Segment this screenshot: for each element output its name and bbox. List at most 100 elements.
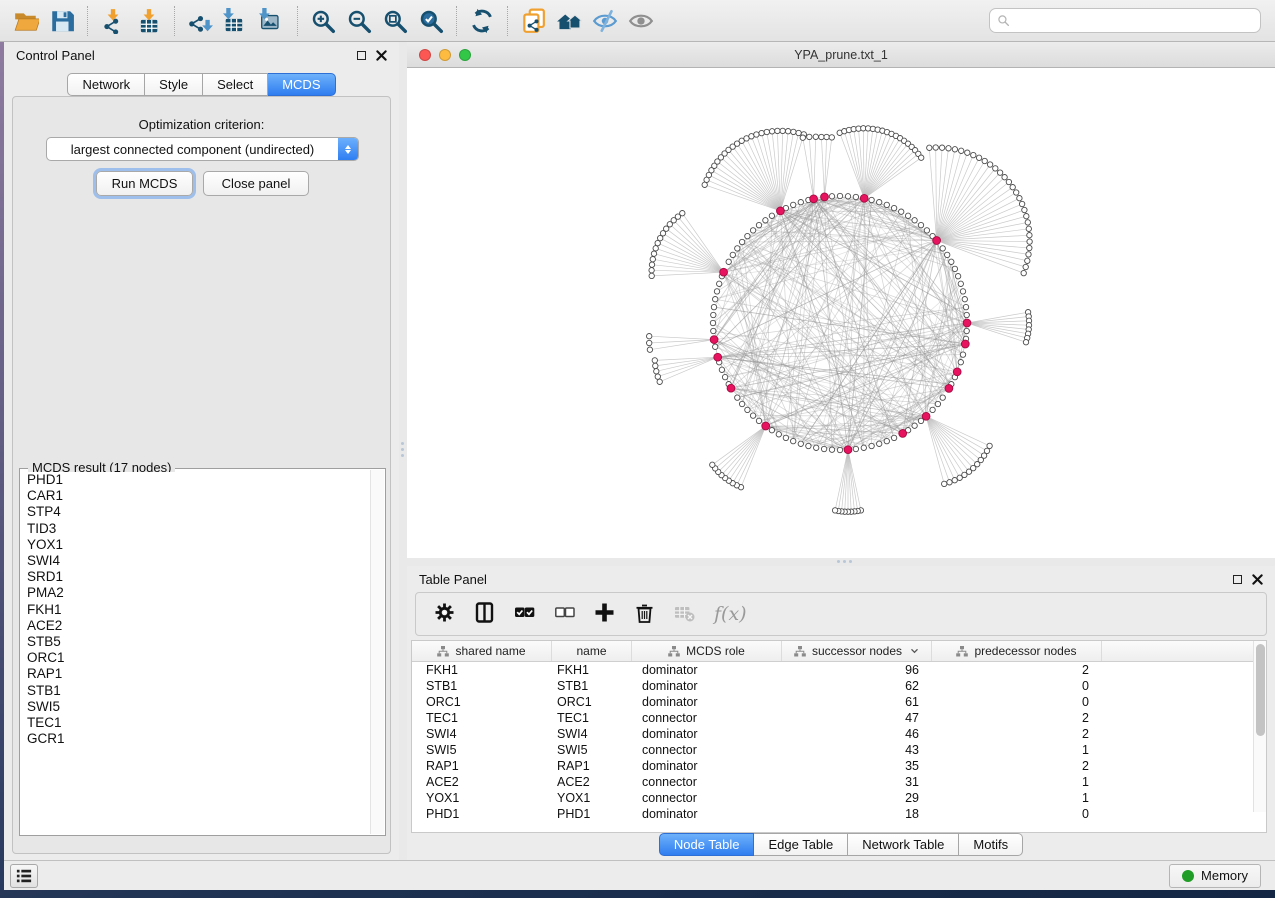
float-panel-icon[interactable] (357, 51, 366, 60)
mcds-result-item[interactable]: PMA2 (27, 585, 370, 601)
deselect-all-button[interactable] (554, 602, 575, 626)
mcds-result-item[interactable]: RAP1 (27, 666, 370, 682)
show-all-button[interactable] (623, 4, 659, 38)
tab-mcds[interactable]: MCDS (268, 73, 335, 96)
mcds-result-item[interactable]: CAR1 (27, 488, 370, 504)
mcds-result-item[interactable]: SRD1 (27, 569, 370, 585)
cell-name: STB1 (552, 678, 632, 694)
zoom-fit-button[interactable] (377, 4, 413, 38)
tab-network[interactable]: Network (67, 73, 145, 96)
table-row-FKH1[interactable]: FKH1FKH1dominator962 (412, 662, 1266, 678)
search-input[interactable] (1010, 11, 1260, 31)
import-table-button[interactable] (131, 4, 167, 38)
search-box[interactable] (989, 8, 1261, 33)
import-network-icon (100, 8, 126, 34)
network-canvas[interactable] (407, 68, 1275, 558)
table-header-row: shared namename MCDS role successor node… (412, 641, 1266, 662)
table-row-YOX1[interactable]: YOX1YOX1connector291 (412, 790, 1266, 806)
criterion-dropdown[interactable]: largest connected component (undirected) (46, 137, 359, 161)
add-row-button[interactable] (594, 602, 615, 626)
tab-edge-table[interactable]: Edge Table (754, 833, 848, 856)
mcds-result-item[interactable]: STP4 (27, 504, 370, 520)
table-scrollbar[interactable] (1253, 641, 1266, 812)
column-header-shared-name[interactable]: shared name (412, 641, 552, 661)
network-window-titlebar[interactable]: YPA_prune.txt_1 (407, 42, 1275, 68)
run-mcds-button[interactable]: Run MCDS (96, 171, 193, 196)
cell-successor-nodes: 96 (782, 662, 932, 678)
float-table-panel-icon[interactable] (1233, 575, 1242, 584)
memory-status-dot (1182, 870, 1194, 882)
table-toolbar: f(x) (415, 592, 1267, 636)
mcds-result-item[interactable]: STB1 (27, 683, 370, 699)
select-all-button[interactable] (514, 602, 535, 626)
minimize-window-light[interactable] (439, 49, 451, 61)
tab-node-table[interactable]: Node Table (659, 833, 755, 856)
mcds-result-item[interactable]: SWI5 (27, 699, 370, 715)
mcds-node (933, 237, 941, 245)
mcds-list-scrollbar[interactable] (370, 470, 384, 834)
column-header-successor-nodes[interactable]: successor nodes (782, 641, 932, 661)
column-header-MCDS-role[interactable]: MCDS role (632, 641, 782, 661)
close-window-light[interactable] (419, 49, 431, 61)
delete-row-button[interactable] (634, 602, 655, 626)
task-history-button[interactable] (10, 864, 38, 888)
vertical-splitter[interactable] (399, 42, 407, 860)
mcds-result-item[interactable]: GCR1 (27, 731, 370, 747)
settings-gear-button[interactable] (434, 602, 455, 626)
mcds-result-item[interactable]: FKH1 (27, 602, 370, 618)
tab-motifs[interactable]: Motifs (959, 833, 1023, 856)
criterion-value: largest connected component (undirected) (47, 142, 338, 157)
close-panel-button[interactable]: Close panel (203, 171, 309, 196)
mcds-result-list[interactable]: PHD1CAR1STP4TID3YOX1SWI4SRD1PMA2FKH1ACE2… (21, 472, 370, 834)
horizontal-splitter[interactable] (407, 558, 1275, 566)
table-row-RAP1[interactable]: RAP1RAP1dominator352 (412, 758, 1266, 774)
table-row-ACE2[interactable]: ACE2ACE2connector311 (412, 774, 1266, 790)
close-table-panel-icon[interactable] (1252, 574, 1263, 585)
export-image-button[interactable] (254, 4, 290, 38)
cell-MCDS-role: connector (632, 742, 782, 758)
cell-predecessor-nodes: 2 (932, 726, 1102, 742)
export-network-button[interactable] (182, 4, 218, 38)
column-manager-button[interactable] (474, 602, 495, 626)
copy-network-view-button[interactable] (515, 4, 551, 38)
cell-shared-name: ORC1 (412, 694, 552, 710)
zoom-in-button[interactable] (305, 4, 341, 38)
column-header-name[interactable]: name (552, 641, 632, 661)
mcds-result-item[interactable]: STB5 (27, 634, 370, 650)
table-row-ORC1[interactable]: ORC1ORC1dominator610 (412, 694, 1266, 710)
tab-style[interactable]: Style (145, 73, 203, 96)
mcds-result-item[interactable]: SWI4 (27, 553, 370, 569)
mcds-result-item[interactable]: TEC1 (27, 715, 370, 731)
toolbar-separator (297, 6, 298, 36)
import-network-button[interactable] (95, 4, 131, 38)
maximize-window-light[interactable] (459, 49, 471, 61)
cell-successor-nodes: 18 (782, 806, 932, 822)
toolbar-separator (507, 6, 508, 36)
mcds-result-item[interactable]: YOX1 (27, 537, 370, 553)
mcds-result-item[interactable]: PHD1 (27, 472, 370, 488)
open-file-button[interactable] (8, 4, 44, 38)
zoom-out-button[interactable] (341, 4, 377, 38)
column-header-predecessor-nodes[interactable]: predecessor nodes (932, 641, 1102, 661)
list-icon (15, 868, 33, 884)
memory-button[interactable]: Memory (1169, 864, 1261, 888)
save-session-button[interactable] (44, 4, 80, 38)
export-table-button[interactable] (218, 4, 254, 38)
tab-select[interactable]: Select (203, 73, 268, 96)
zoom-selected-button[interactable] (413, 4, 449, 38)
table-row-SWI5[interactable]: SWI5SWI5connector431 (412, 742, 1266, 758)
hide-selected-button[interactable] (587, 4, 623, 38)
table-row-STB1[interactable]: STB1STB1dominator620 (412, 678, 1266, 694)
mcds-result-item[interactable]: TID3 (27, 521, 370, 537)
home-all-button[interactable] (551, 4, 587, 38)
tab-network-table[interactable]: Network Table (848, 833, 959, 856)
mcds-result-item[interactable]: ACE2 (27, 618, 370, 634)
mcds-node (922, 412, 930, 420)
close-panel-icon[interactable] (376, 50, 387, 61)
table-row-SWI4[interactable]: SWI4SWI4dominator462 (412, 726, 1266, 742)
mcds-result-item[interactable]: ORC1 (27, 650, 370, 666)
table-row-TEC1[interactable]: TEC1TEC1connector472 (412, 710, 1266, 726)
refresh-view-button[interactable] (464, 4, 500, 38)
table-row-PHD1[interactable]: PHD1PHD1dominator180 (412, 806, 1266, 822)
control-panel-tabs: NetworkStyleSelectMCDS (4, 73, 399, 96)
